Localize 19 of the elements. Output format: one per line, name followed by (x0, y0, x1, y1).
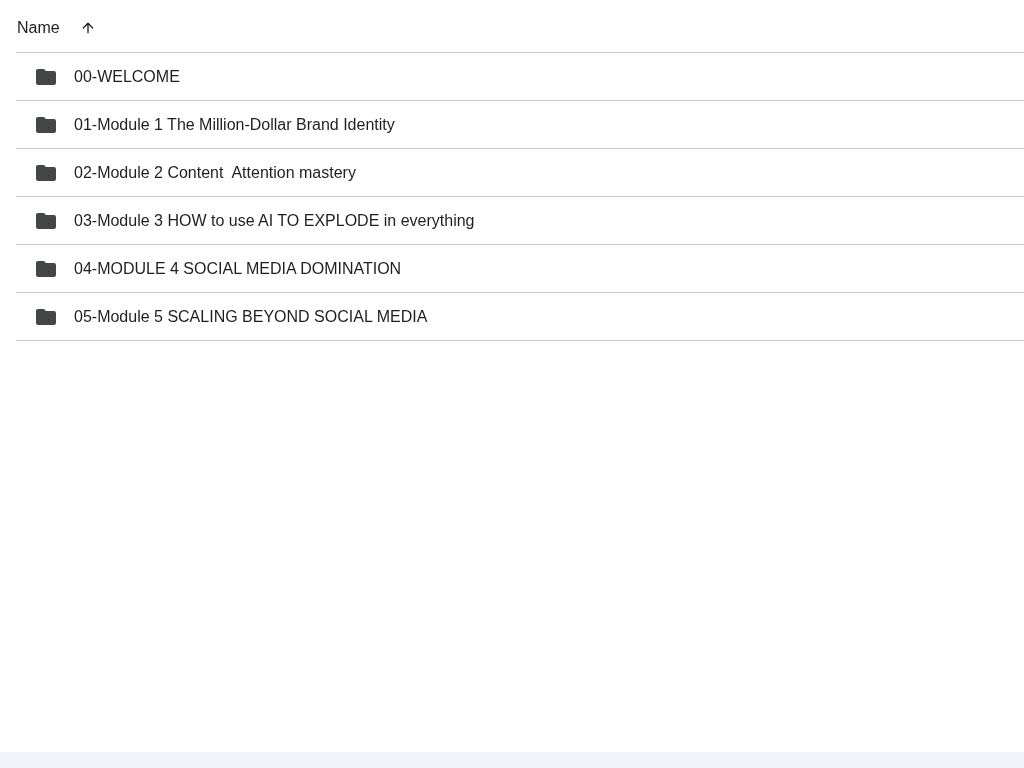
folder-icon (36, 260, 56, 277)
folder-row[interactable]: 02-Module 2 Content Attention mastery (16, 149, 1024, 197)
folder-icon (36, 308, 56, 325)
folder-icon (36, 116, 56, 133)
folder-name: 01-Module 1 The Million-Dollar Brand Identity (74, 114, 395, 135)
folder-icon (36, 68, 56, 85)
folder-row[interactable]: 01-Module 1 The Million-Dollar Brand Identity (16, 101, 1024, 149)
folder-row[interactable]: 00-WELCOME (16, 53, 1024, 101)
folder-row[interactable]: 05-Module 5 SCALING BEYOND SOCIAL MEDIA (16, 293, 1024, 341)
folder-name: 05-Module 5 SCALING BEYOND SOCIAL MEDIA (74, 306, 428, 327)
folder-row[interactable]: 04-MODULE 4 SOCIAL MEDIA DOMINATION (16, 245, 1024, 293)
folder-icon (36, 212, 56, 229)
folder-name: 04-MODULE 4 SOCIAL MEDIA DOMINATION (74, 258, 402, 279)
folder-row[interactable]: 03-Module 3 HOW to use AI TO EXPLODE in everything (16, 197, 1024, 245)
folder-icon (36, 164, 56, 181)
folder-name: 02-Module 2 Content Attention mastery (74, 162, 356, 183)
column-header[interactable]: Name (17, 16, 60, 40)
folder-name: 03-Module 3 HOW to use AI TO EXPLODE in everything (74, 210, 475, 231)
folder-name: 00-WELCOME (74, 66, 180, 87)
